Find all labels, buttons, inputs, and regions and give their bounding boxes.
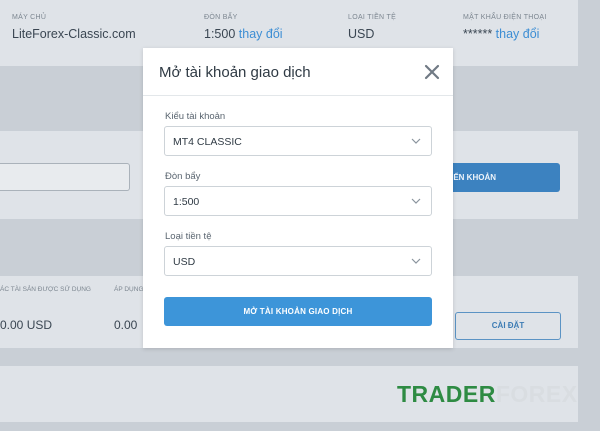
modal-title: Mở tài khoản giao dịch (159, 64, 311, 81)
chevron-down-icon (411, 258, 421, 264)
watermark-part-trader: TRADER (397, 381, 496, 407)
account-type-select[interactable]: MT4 CLASSIC (164, 126, 432, 156)
leverage-select[interactable]: 1:500 (164, 186, 432, 216)
close-icon[interactable] (424, 64, 440, 80)
server-label: MÁY CHỦ (12, 14, 47, 21)
open-trading-account-modal: Mở tài khoản giao dịch Kiểu tài khoản MT… (143, 48, 453, 348)
settings-button[interactable]: CÀI ĐẶT (455, 312, 561, 340)
open-account-button[interactable]: MỞ TÀI KHOẢN GIAO DỊCH (164, 297, 432, 326)
assets-used-value: 0.00 USD (0, 318, 53, 332)
watermark-part-forex: FOREX (495, 381, 578, 407)
leverage-info: ĐÒN BẨY 1:500 thay đổi (204, 14, 283, 41)
currency-field-label: Loại tiền tệ (165, 231, 212, 242)
leverage-select-value: 1:500 (173, 196, 200, 208)
applied-header: ÁP DỤNG (114, 286, 144, 293)
change-phone-password-link[interactable]: thay đổi (496, 27, 540, 41)
currency-select-value: USD (173, 256, 196, 268)
traderforex-watermark: TRADERFOREX (397, 381, 578, 408)
transfer-amount-input[interactable] (0, 163, 130, 191)
phone-password-info: MẬT KHẨU ĐIỆN THOẠI ****** thay đổi (463, 14, 547, 41)
leverage-field-label: Đòn bẩy (165, 171, 201, 182)
phone-password-value-row: ****** thay đổi (463, 27, 547, 41)
currency-info: LOẠI TIỀN TỆ USD (348, 14, 396, 41)
chevron-down-icon (411, 138, 421, 144)
modal-header: Mở tài khoản giao dịch (143, 48, 453, 96)
assets-used-header: ÁC TÀI SẢN ĐƯỢC SỬ DỤNG (0, 286, 91, 293)
leverage-label: ĐÒN BẨY (204, 14, 238, 21)
server-value: LiteForex-Classic.com (12, 27, 136, 41)
server-info: MÁY CHỦ LiteForex-Classic.com (12, 14, 136, 41)
change-leverage-link[interactable]: thay đổi (239, 27, 283, 41)
applied-value: 0.00 (114, 318, 138, 332)
currency-value: USD (348, 27, 375, 41)
leverage-value: 1:500 (204, 27, 236, 41)
phone-password-label: MẬT KHẨU ĐIỆN THOẠI (463, 14, 547, 21)
chevron-down-icon (411, 198, 421, 204)
currency-select[interactable]: USD (164, 246, 432, 276)
phone-password-value: ****** (463, 27, 493, 41)
account-type-value: MT4 CLASSIC (173, 136, 242, 148)
account-type-label: Kiểu tài khoản (165, 111, 226, 122)
leverage-value-row: 1:500 thay đổi (204, 27, 283, 41)
currency-label: LOẠI TIỀN TỆ (348, 14, 397, 21)
